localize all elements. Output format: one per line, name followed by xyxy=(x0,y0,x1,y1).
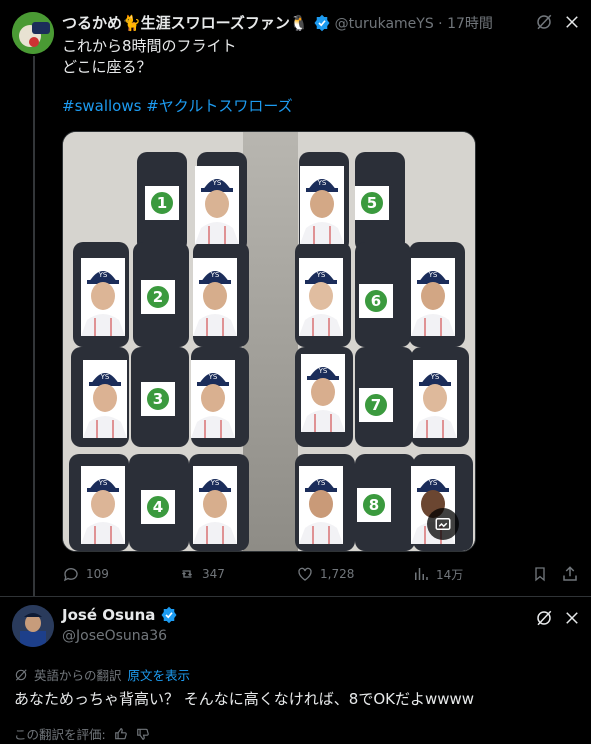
verified-badge-icon xyxy=(313,14,331,32)
cap-logo: YS xyxy=(428,479,438,487)
player-photo: YS xyxy=(191,360,235,438)
reply-author-name[interactable]: José Osuna xyxy=(62,606,155,624)
player-photo: YS xyxy=(299,466,343,544)
player-photo: YS xyxy=(83,360,127,438)
cap-logo: YS xyxy=(430,373,440,381)
player-photo: YS xyxy=(411,258,455,336)
retweet-icon xyxy=(178,565,196,583)
player-photo: YS xyxy=(413,360,457,438)
seat-number-8: 8 xyxy=(361,492,387,518)
seat-number-4: 4 xyxy=(145,494,171,520)
tweet-text-line-2: どこに座る？ xyxy=(62,58,152,76)
player-photo: YS xyxy=(193,466,237,544)
more-icon[interactable] xyxy=(562,12,582,32)
author-avatar[interactable] xyxy=(12,12,54,54)
seat-number-2: 2 xyxy=(145,284,171,310)
tweet-text-line-1: これから8時間のフライト xyxy=(62,37,237,55)
player-photo: YS xyxy=(193,258,237,336)
verified-badge-icon xyxy=(160,606,178,624)
author-name[interactable]: つるかめ🐈生涯スワローズファン🐧 xyxy=(62,12,309,33)
reply-author-handle[interactable]: @JoseOsuna36 xyxy=(62,628,167,644)
thread-line xyxy=(33,56,35,596)
thumbs-up-icon[interactable] xyxy=(114,727,128,741)
seat-number-3: 3 xyxy=(145,386,171,412)
reply-button[interactable]: 109 xyxy=(62,565,109,583)
bookmark-icon[interactable] xyxy=(531,565,549,583)
cap-logo: YS xyxy=(210,479,220,487)
views-count: 14万 xyxy=(436,567,464,582)
player-photo: YS xyxy=(300,166,344,244)
player-photo: YS xyxy=(81,466,125,544)
author-handle-time[interactable]: @turukameYS · 17時間 xyxy=(335,13,493,33)
retweet-button[interactable]: 347 xyxy=(178,565,225,583)
rate-translation-label: この翻訳を評価: xyxy=(14,727,106,742)
reply-count: 109 xyxy=(86,567,109,581)
cap-logo: YS xyxy=(210,271,220,279)
seat-number-6: 6 xyxy=(363,288,389,314)
player-photo: YS xyxy=(81,258,125,336)
thumbs-down-icon[interactable] xyxy=(136,727,150,741)
player-photo: YS xyxy=(195,166,239,244)
retweet-count: 347 xyxy=(202,567,225,581)
seat-number-5: 5 xyxy=(359,190,385,216)
reply-author-avatar[interactable] xyxy=(12,605,54,647)
cap-logo: YS xyxy=(316,271,326,279)
seat-number-7: 7 xyxy=(363,392,389,418)
cap-logo: YS xyxy=(316,479,326,487)
cap-logo: YS xyxy=(212,179,222,187)
cap-logo: YS xyxy=(428,271,438,279)
more-icon[interactable] xyxy=(562,608,582,628)
hashtags[interactable]: #swallows #ヤクルトスワローズ xyxy=(62,96,293,117)
reply-icon xyxy=(62,565,80,583)
views-chart-icon xyxy=(412,565,430,583)
player-photo: YS xyxy=(301,354,345,432)
image-edit-button[interactable] xyxy=(427,508,459,540)
cap-logo: YS xyxy=(98,271,108,279)
like-count: 1,728 xyxy=(320,567,355,581)
cap-logo: YS xyxy=(318,367,328,375)
reply-text: あなためっちゃ背高い？ そんなに高くなければ、8でOKだよwwww xyxy=(14,690,475,708)
grok-icon[interactable] xyxy=(534,608,554,628)
cap-logo: YS xyxy=(100,373,110,381)
share-icon[interactable] xyxy=(561,565,579,583)
cap-logo: YS xyxy=(98,479,108,487)
divider xyxy=(0,596,591,597)
like-button[interactable]: 1,728 xyxy=(296,565,354,583)
grok-icon[interactable] xyxy=(534,12,554,32)
heart-icon xyxy=(296,565,314,583)
player-photo: YS xyxy=(299,258,343,336)
cap-logo: YS xyxy=(208,373,218,381)
show-original-link[interactable]: 原文を表示 xyxy=(128,665,191,684)
seat-number-1: 1 xyxy=(149,190,175,216)
translate-icon xyxy=(14,668,28,682)
views-button[interactable]: 14万 xyxy=(412,565,463,583)
tweet-photo[interactable]: YS YS YS YS YS YS YS YS YS YS YS YS YS Y… xyxy=(62,131,476,552)
translated-from-label: 英語からの翻訳 xyxy=(34,668,122,683)
cap-logo: YS xyxy=(317,179,327,187)
